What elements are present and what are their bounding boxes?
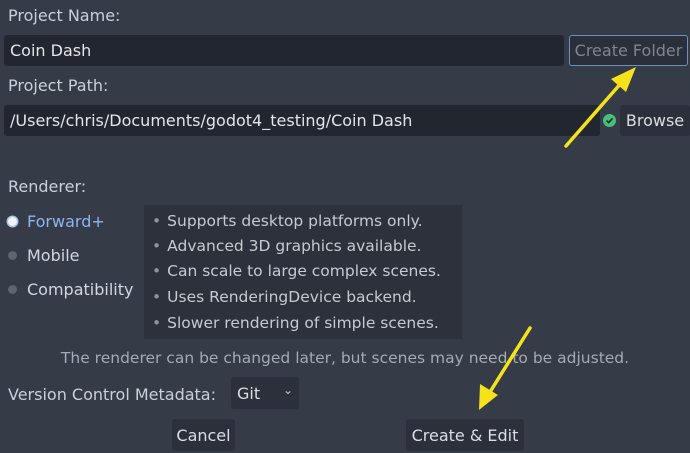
renderer-label: Renderer: (8, 177, 87, 196)
renderer-option-label: Compatibility (27, 280, 134, 299)
renderer-feature-item: • Advanced 3D graphics available. (152, 237, 422, 255)
renderer-feature-item: • Uses RenderingDevice backend. (152, 288, 417, 306)
vcs-select-value: Git (237, 383, 261, 403)
renderer-option-label: Forward+ (27, 212, 105, 231)
create-folder-button[interactable]: Create Folder (569, 35, 688, 66)
radio-unselected-icon (8, 285, 17, 294)
chevron-down-icon: ⌄ (282, 383, 293, 397)
renderer-option-mobile[interactable]: Mobile (8, 246, 79, 265)
cancel-button[interactable]: Cancel (172, 419, 235, 451)
renderer-feature-item: • Slower rendering of simple scenes. (152, 314, 439, 332)
project-name-input[interactable]: Coin Dash (4, 35, 564, 66)
project-name-label: Project Name: (8, 6, 121, 25)
vcs-select[interactable]: Git ⌄ (231, 377, 299, 409)
renderer-option-forward-plus[interactable]: Forward+ (8, 212, 105, 231)
radio-unselected-icon (8, 251, 17, 260)
renderer-note: The renderer can be changed later, but s… (60, 349, 630, 367)
project-path-input[interactable]: /Users/chris/Documents/godot4_testing/Co… (4, 105, 600, 136)
check-circle-icon (603, 114, 616, 127)
renderer-option-compatibility[interactable]: Compatibility (8, 280, 133, 299)
radio-selected-icon (8, 217, 17, 226)
renderer-feature-item: • Supports desktop platforms only. (152, 212, 423, 230)
renderer-feature-item: • Can scale to large complex scenes. (152, 262, 441, 280)
create-edit-button[interactable]: Create & Edit (406, 419, 524, 451)
renderer-option-label: Mobile (27, 246, 80, 265)
vcs-label: Version Control Metadata: (8, 385, 216, 404)
browse-button[interactable]: Browse (620, 105, 690, 136)
project-path-label: Project Path: (8, 76, 109, 95)
